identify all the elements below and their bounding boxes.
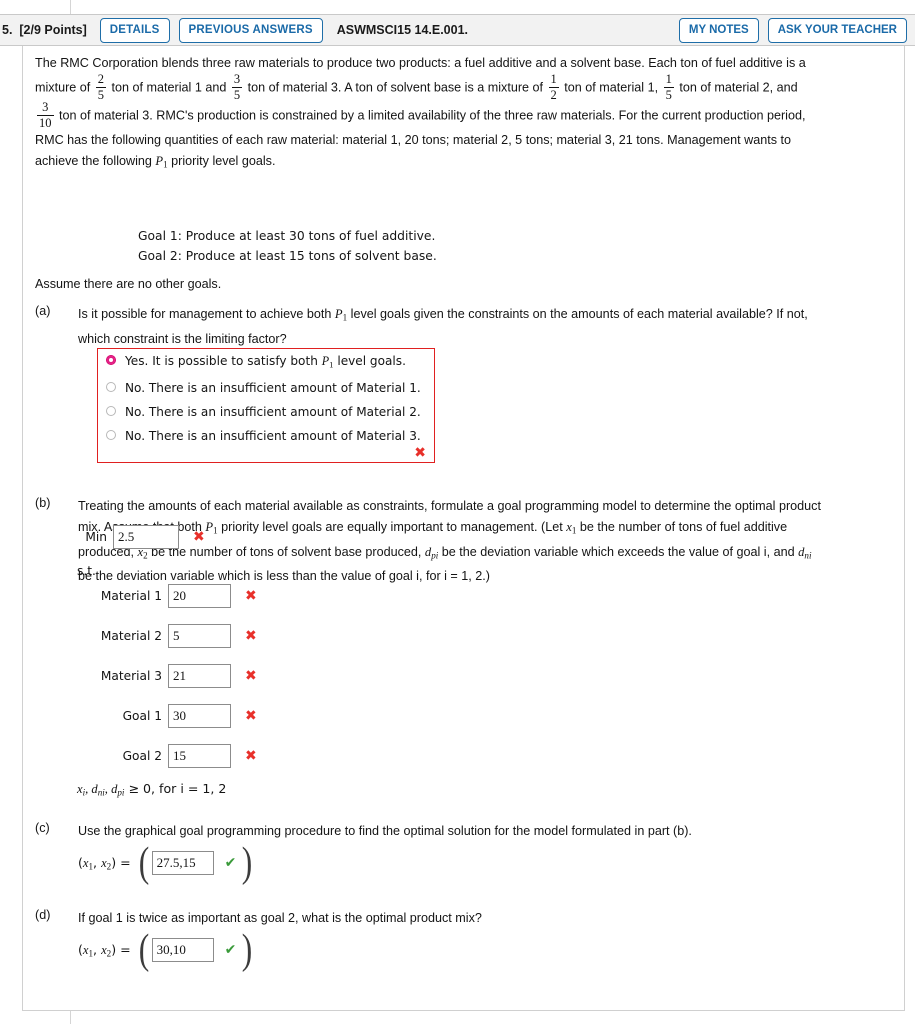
incorrect-icon: ✖: [245, 708, 257, 724]
goal-2: Goal 2: Produce at least 15 tons of solv…: [138, 249, 437, 263]
choice-2-label: No. There is an insufficient amount of M…: [125, 381, 421, 396]
correct-icon: ✔: [224, 942, 237, 958]
part-c-prompt: Use the graphical goal programming proce…: [78, 824, 692, 838]
my-notes-button[interactable]: MY NOTES: [678, 17, 759, 43]
constraint-row-goal-1: Goal 1 ✖: [77, 704, 257, 728]
incorrect-icon: ✖: [193, 529, 205, 545]
problem-l5a: achieve the following: [35, 154, 152, 168]
problem-l2e: ton of material 2, and: [679, 80, 798, 95]
problem-l2b: ton of material 1 and: [111, 80, 227, 95]
part-d: (d) If goal 1 is twice as important as g…: [35, 908, 897, 929]
p1-symbol-a: P1: [334, 307, 348, 323]
subject-to-label: s.t.: [77, 564, 96, 578]
assume-note: Assume there are no other goals.: [35, 277, 222, 291]
part-c-answer-label: (x1, x2) =: [78, 854, 131, 872]
incorrect-icon: ✖: [245, 668, 257, 684]
choice-option-3[interactable]: No. There is an insufficient amount of M…: [98, 400, 434, 424]
choice-option-2[interactable]: No. There is an insufficient amount of M…: [98, 376, 434, 400]
problem-line-1: The RMC Corporation blends three raw mat…: [35, 56, 806, 70]
constraint-label: Goal 2: [122, 749, 162, 763]
radio-icon[interactable]: [106, 382, 116, 393]
problem-statement: The RMC Corporation blends three raw mat…: [35, 53, 895, 176]
choice-3-label: No. There is an insufficient amount of M…: [125, 405, 421, 420]
incorrect-icon: ✖: [245, 628, 257, 644]
part-b-letter: (b): [35, 496, 51, 510]
constraint-input-material-3[interactable]: [168, 664, 231, 688]
problem-line-3: 3 10 ton of material 3. RMC's production…: [35, 100, 895, 130]
constraint-row-goal-2: Goal 2 ✖: [77, 744, 257, 768]
details-button[interactable]: DETAILS: [99, 17, 170, 43]
question-header-bar: 5. [2/9 Points] DETAILS PREVIOUS ANSWERS…: [0, 14, 915, 46]
constraint-label: Material 3: [100, 669, 162, 683]
part-a-choices: Yes. It is possible to satisfy both P1 l…: [97, 348, 435, 463]
part-d-letter: (d): [35, 908, 51, 922]
constraint-label: Material 2: [100, 629, 162, 643]
min-label: Min: [85, 530, 107, 544]
correct-icon: ✔: [224, 855, 237, 871]
part-d-answer-row: (x1, x2) = ( ✔ ): [78, 929, 258, 971]
previous-answers-button[interactable]: PREVIOUS ANSWERS: [178, 17, 323, 43]
part-b-line1: Treating the amounts of each material av…: [78, 499, 821, 513]
problem-l2a: mixture of: [35, 80, 91, 95]
part-a-prompt-line1: Is it possible for management to achieve…: [78, 304, 897, 329]
part-c-letter: (c): [35, 821, 50, 835]
part-a-prompt: Is it possible for management to achieve…: [78, 304, 897, 350]
part-c-answer-row: (x1, x2) = ( ✔ ): [78, 842, 258, 884]
constraint-input-goal-2[interactable]: [168, 744, 231, 768]
question-number: 5. [2/9 Points]: [2, 23, 87, 37]
radio-icon-selected[interactable]: [106, 355, 116, 365]
constraint-row-material-1: Material 1 ✖: [77, 584, 257, 608]
fraction-1-5: 1 5: [663, 72, 674, 102]
p1-symbol: P1: [155, 154, 168, 170]
constraint-label: Material 1: [100, 589, 162, 603]
part-a-prompt-line2: which constraint is the limiting factor?: [78, 331, 287, 346]
problem-l2c: ton of material 3. A ton of solvent base…: [247, 80, 544, 95]
assignment-code: ASWMSCI15 14.E.001.: [336, 23, 469, 37]
question-content-frame: The RMC Corporation blends three raw mat…: [22, 46, 905, 1011]
points-badge: [2/9 Points]: [19, 23, 87, 37]
part-a: (a) Is it possible for management to ach…: [35, 304, 897, 350]
part-a-letter: (a): [35, 304, 51, 318]
goals-list: Goal 1: Produce at least 30 tons of fuel…: [138, 226, 437, 266]
ask-your-teacher-button[interactable]: ASK YOUR TEACHER: [767, 17, 907, 43]
choice-option-1[interactable]: Yes. It is possible to satisfy both P1 l…: [98, 349, 434, 376]
fraction-2-5: 2 5: [95, 72, 107, 102]
nonnegativity-constraint: xi, dni, dpi ≥ 0, for i = 1, 2: [77, 781, 227, 798]
min-input[interactable]: [113, 525, 179, 549]
constraint-input-goal-1[interactable]: [168, 704, 231, 728]
choice-1-label: Yes. It is possible to satisfy both P1 l…: [125, 354, 406, 370]
incorrect-icon: ✖: [245, 748, 257, 764]
problem-l2d: ton of material 1,: [564, 80, 659, 95]
problem-line-4: RMC has the following quantities of each…: [35, 133, 792, 147]
part-c: (c) Use the graphical goal programming p…: [35, 821, 897, 842]
part-d-prompt: If goal 1 is twice as important as goal …: [78, 911, 482, 925]
choice-option-4[interactable]: No. There is an insufficient amount of M…: [98, 424, 434, 448]
constraint-row-material-3: Material 3 ✖: [77, 664, 257, 688]
part-a-q1b: level goals given the constraints on the…: [350, 307, 808, 321]
fraction-3-10: 3 10: [37, 100, 54, 130]
constraint-input-material-1[interactable]: [168, 584, 231, 608]
radio-icon[interactable]: [106, 430, 116, 441]
problem-l5b: priority level goals.: [171, 154, 276, 168]
choice-4-label: No. There is an insufficient amount of M…: [125, 429, 421, 444]
fraction-3-5: 3 5: [231, 72, 243, 102]
part-c-answer-input[interactable]: [151, 851, 214, 875]
question-number-text: 5.: [2, 23, 13, 37]
incorrect-icon: ✖: [245, 588, 257, 604]
problem-l3b: ton of material 3. RMC's production is c…: [59, 108, 806, 123]
goal-1: Goal 1: Produce at least 30 tons of fuel…: [138, 229, 436, 243]
problem-line-5: achieve the following P1 priority level …: [35, 151, 895, 176]
incorrect-icon: ✖: [414, 445, 426, 461]
part-a-q1a: Is it possible for management to achieve…: [78, 307, 332, 321]
constraint-label: Goal 1: [122, 709, 162, 723]
radio-icon[interactable]: [106, 406, 116, 417]
fraction-1-2: 1 2: [548, 72, 559, 102]
part-d-answer-input[interactable]: [151, 938, 214, 962]
part-d-answer-label: (x1, x2) =: [78, 941, 131, 959]
min-row: Min ✖: [77, 525, 205, 549]
constraint-input-material-2[interactable]: [168, 624, 231, 648]
problem-line-2: mixture of 2 5 ton of material 1 and 3 5…: [35, 72, 895, 102]
constraint-row-material-2: Material 2 ✖: [77, 624, 257, 648]
